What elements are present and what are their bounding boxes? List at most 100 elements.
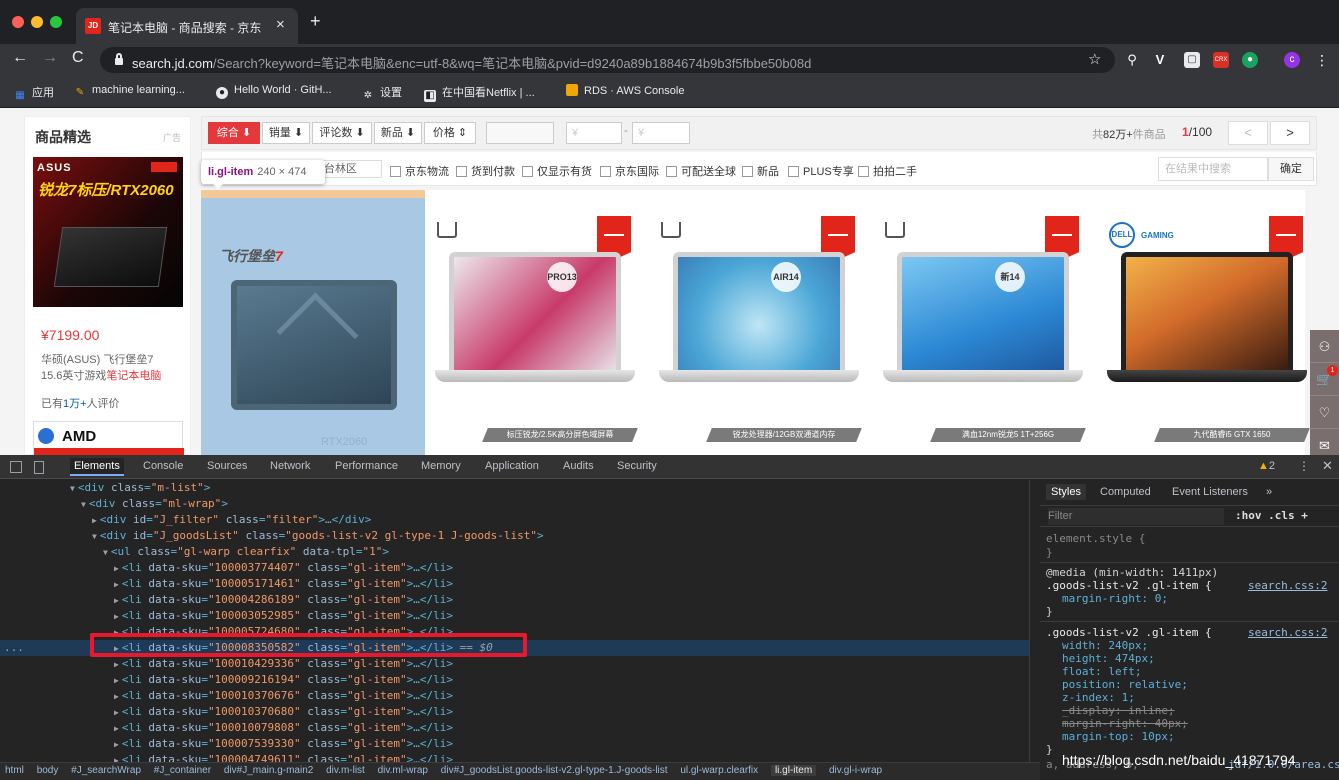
tab-network[interactable]: Network (270, 460, 310, 472)
dom-node[interactable]: ▼ <div class="m-list"> (0, 480, 1029, 496)
sort-sales-button[interactable]: 销量 ⬇ (262, 122, 310, 144)
warning-counter[interactable]: ▲2 (1258, 460, 1275, 472)
browser-menu-icon[interactable]: ⋮ (1314, 52, 1330, 68)
expand-arrow-icon[interactable]: ▶ (114, 724, 119, 733)
rule-source-link[interactable]: search.css:2 (1248, 626, 1327, 639)
browser-tab[interactable]: JD 笔记本电脑 - 商品搜索 - 京东 × (76, 8, 298, 44)
breadcrumb-item[interactable]: ul.gl-warp.clearfix (680, 765, 758, 776)
tab-performance[interactable]: Performance (335, 460, 398, 472)
more-tabs-icon[interactable]: » (1266, 486, 1272, 498)
rule-selector[interactable]: .goods-list-v2 .gl-item { (1046, 626, 1212, 639)
highlighted-product-item[interactable]: 飞行堡垒7 RTX2060 (201, 190, 425, 455)
device-toggle-icon[interactable] (34, 461, 44, 474)
bookmark-netflix[interactable]: ◧ 在中国看Netflix | ... (424, 84, 535, 102)
product-item[interactable]: DELL GAMING 九代酷睿i5 GTX 1650 (1097, 190, 1317, 455)
tab-elements[interactable]: Elements (70, 458, 124, 476)
next-page-button[interactable]: > (1270, 121, 1310, 145)
filter-plus[interactable]: PLUS专享 (788, 163, 854, 179)
green-extension-icon[interactable]: ● (1242, 52, 1258, 68)
style-declaration[interactable]: position: relative; (1062, 678, 1188, 691)
expand-arrow-icon[interactable]: ▶ (114, 660, 119, 669)
breadcrumb-item[interactable]: #J_searchWrap (71, 765, 141, 776)
product-item[interactable]: PRO13 标压锐龙/2.5K高分屏色域屏幕 (425, 190, 645, 455)
filter-jd-international[interactable]: 京东国际 (600, 163, 659, 179)
address-bar[interactable]: search.jd.com/Search?keyword=笔记本电脑&enc=u… (100, 47, 1115, 73)
breadcrumb-item[interactable]: div#J_goodsList.goods-list-v2.gl-type-1.… (441, 765, 668, 776)
expand-arrow-icon[interactable]: ▶ (114, 692, 119, 701)
tab-console[interactable]: Console (143, 460, 183, 472)
heart-icon[interactable]: ♡ (1310, 396, 1339, 429)
breadcrumb-item[interactable]: div.m-list (326, 765, 365, 776)
bookmark-apps[interactable]: ▦ 应用 (14, 84, 54, 102)
expand-arrow-icon[interactable]: ▼ (81, 500, 86, 509)
dom-node[interactable]: ▶ <li data-sku="100003052985" class="gl-i… (0, 608, 1029, 624)
sort-default-button[interactable]: 综合 ⬇ (208, 122, 260, 144)
ad-review-count[interactable]: 已有1万+人评价 (41, 395, 120, 411)
tab-sources[interactable]: Sources (207, 460, 247, 472)
window-extension-icon[interactable]: ▢ (1184, 52, 1200, 68)
tab-audits[interactable]: Audits (563, 460, 594, 472)
expand-arrow-icon[interactable]: ▼ (70, 484, 75, 493)
style-declaration-overridden[interactable]: _display: inline; (1062, 704, 1175, 717)
dom-node[interactable]: ▶ <li data-sku="100004749611" class="gl-i… (0, 752, 1029, 762)
dom-node[interactable]: ▼ <div class="ml-wrap"> (0, 496, 1029, 512)
dom-node[interactable]: ▶ <div id="J_filter" class="filter">…</di… (0, 512, 1029, 528)
breadcrumb-item[interactable]: div.ml-wrap (378, 765, 428, 776)
chat-icon[interactable]: ✉ (1310, 429, 1339, 455)
filter-new[interactable]: 新品 (742, 163, 779, 179)
breadcrumb-item-current[interactable]: li.gl-item (770, 765, 817, 776)
inspect-element-icon[interactable] (10, 461, 22, 473)
style-declaration[interactable]: height: 474px; (1062, 652, 1155, 665)
filter-jd-logistics[interactable]: 京东物流 (390, 163, 449, 179)
expand-arrow-icon[interactable]: ▼ (92, 532, 97, 541)
breadcrumb-item[interactable]: body (37, 765, 59, 776)
crx-extension-icon[interactable]: CRX (1213, 52, 1229, 68)
breadcrumb-item[interactable]: div#J_main.g-main2 (224, 765, 314, 776)
tab-close-icon[interactable]: × (276, 16, 285, 33)
filter-in-stock[interactable]: 仅显示有货 (522, 163, 592, 179)
forward-icon[interactable]: → (42, 49, 58, 67)
expand-arrow-icon[interactable]: ▶ (114, 580, 119, 589)
expand-arrow-icon[interactable]: ▶ (114, 676, 119, 685)
ad-product-image[interactable]: ASUS 锐龙7标压/RTX2060 (33, 157, 183, 307)
cart-icon[interactable]: 🛒 1 (1310, 363, 1339, 396)
next-ad-banner[interactable]: AMD (33, 421, 184, 455)
rule-selector[interactable]: .goods-list-v2 .gl-item { (1046, 579, 1212, 592)
styles-filter-input[interactable] (1048, 508, 1224, 525)
breadcrumb-item[interactable]: div.gl-i-wrap (829, 765, 882, 776)
expand-arrow-icon[interactable]: ▶ (114, 612, 119, 621)
region-select[interactable]: 台林区 (317, 160, 382, 178)
confirm-button[interactable]: 确定 (1268, 157, 1314, 181)
tab-event-listeners[interactable]: Event Listeners (1172, 486, 1248, 498)
rule-source-link[interactable]: search.css:2 (1248, 579, 1327, 592)
style-declaration[interactable]: margin-right: 0; (1062, 592, 1168, 605)
expand-arrow-icon[interactable]: ▶ (114, 564, 119, 573)
dom-node[interactable]: ▶ <li data-sku="100010079808" class="gl-i… (0, 720, 1029, 736)
style-declaration[interactable]: margin-top: 10px; (1062, 730, 1175, 743)
style-declaration[interactable]: width: 240px; (1062, 639, 1148, 652)
devtools-menu-icon[interactable]: ⋮ (1298, 459, 1310, 473)
bookmark-settings[interactable]: ✲ 设置 (362, 84, 402, 102)
breadcrumb-item[interactable]: html (5, 765, 24, 776)
element-style-selector[interactable]: element.style { (1046, 532, 1145, 545)
dom-node[interactable]: ▶ <li data-sku="100004286189" class="gl-i… (0, 592, 1029, 608)
dom-node[interactable]: ▶ <li data-sku="100010429336" class="gl-i… (0, 656, 1029, 672)
dom-node[interactable]: ▶ <li data-sku="100010370676" class="gl-i… (0, 688, 1029, 704)
bookmark-aws[interactable]: RDS · AWS Console (566, 84, 684, 97)
dom-node[interactable]: ▶ <li data-sku="100003774407" class="gl-i… (0, 560, 1029, 576)
bookmark-star-icon[interactable]: ☆ (1088, 50, 1101, 68)
sort-reviews-button[interactable]: 评论数 ⬇ (312, 122, 372, 144)
sort-price-button[interactable]: 价格 ⇕ (424, 122, 476, 144)
filter-paipai[interactable]: 拍拍二手 (858, 163, 917, 179)
user-icon[interactable]: ⚇ (1310, 330, 1339, 363)
style-declaration[interactable]: float: left; (1062, 665, 1141, 678)
back-icon[interactable]: ← (12, 49, 28, 67)
minimize-window-button[interactable] (31, 16, 43, 28)
filter-cod[interactable]: 货到付款 (456, 163, 515, 179)
style-declaration[interactable]: z-index: 1; (1062, 691, 1135, 704)
devtools-close-icon[interactable]: ✕ (1322, 458, 1333, 474)
view-toggle[interactable] (486, 122, 554, 144)
hov-cls-buttons[interactable]: :hov .cls + (1235, 509, 1308, 522)
dom-node[interactable]: ▶ <li data-sku="100010370680" class="gl-i… (0, 704, 1029, 720)
profile-avatar[interactable]: c (1284, 52, 1300, 68)
